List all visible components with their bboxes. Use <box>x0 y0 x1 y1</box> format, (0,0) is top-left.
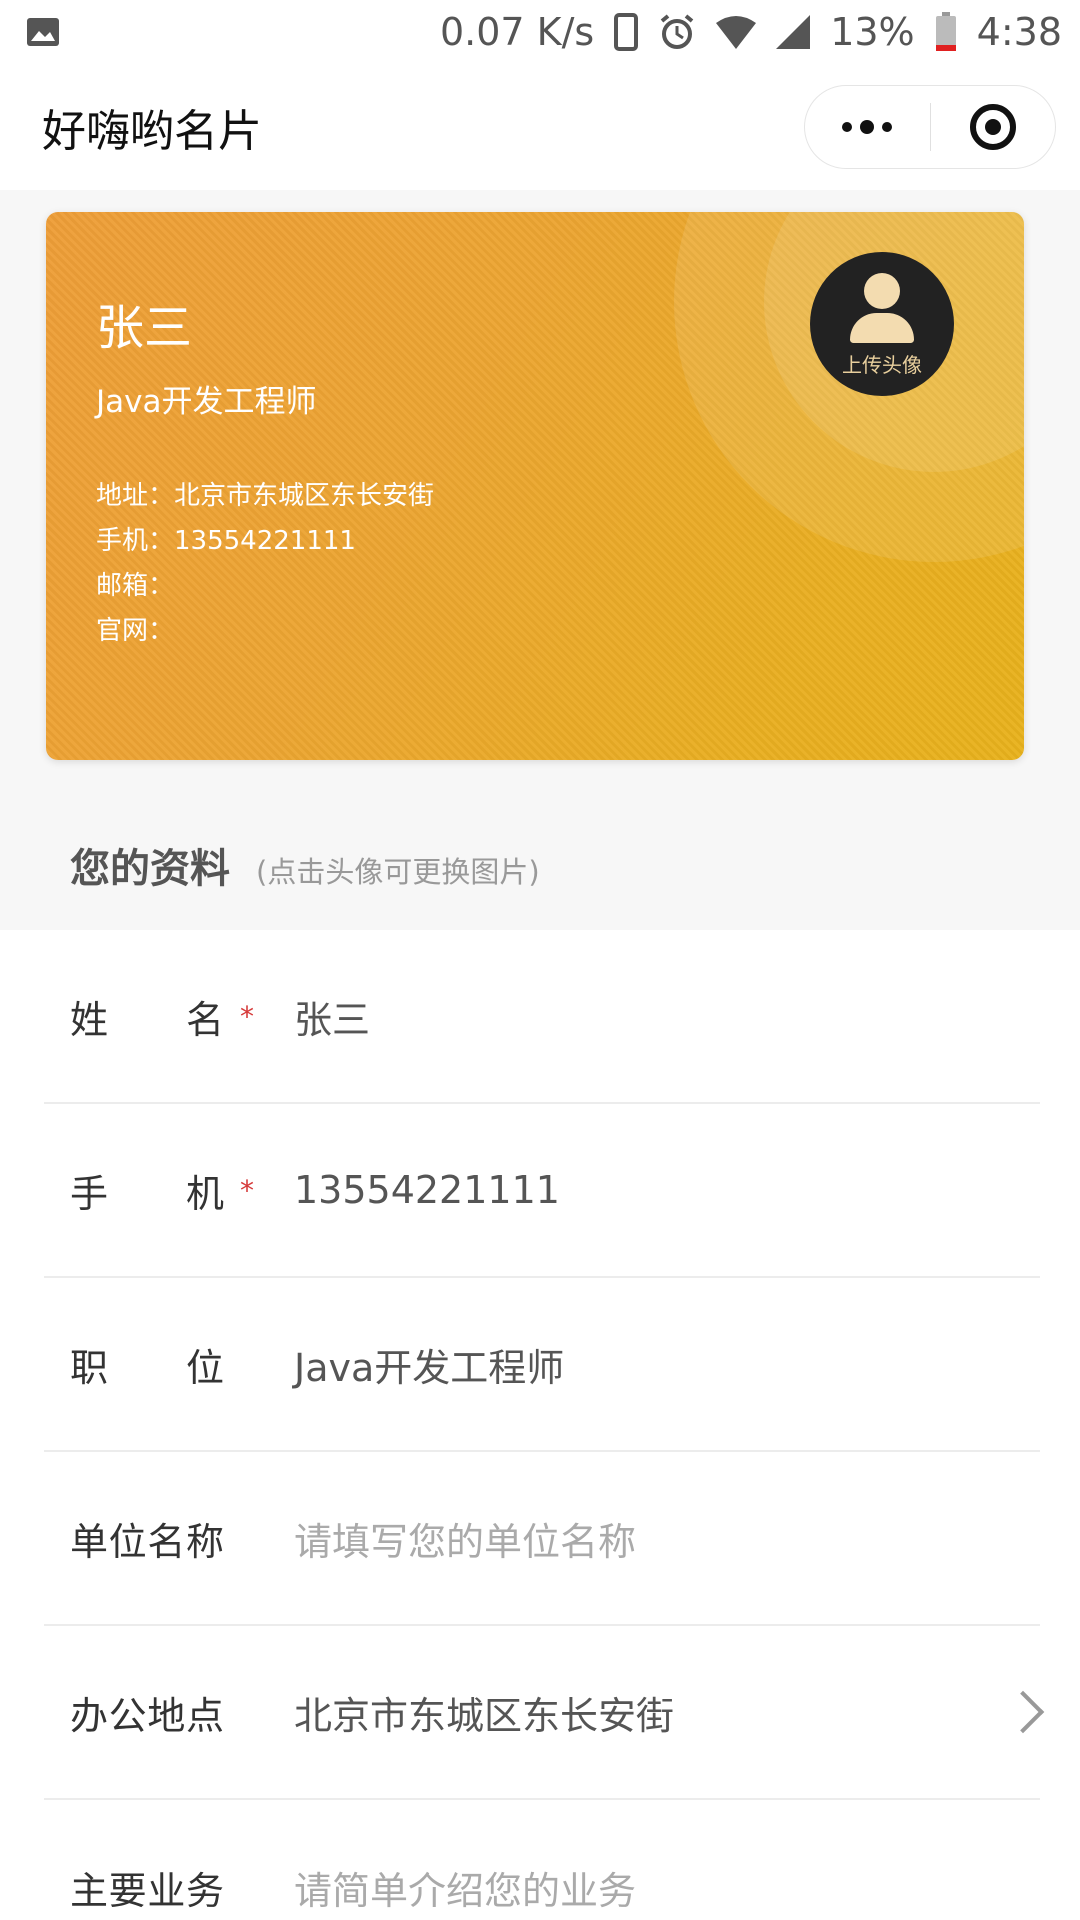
close-mini-program-button[interactable] <box>931 86 1056 168</box>
company-label-wrap: 单位名称 <box>44 1511 294 1566</box>
office-label-wrap: 办公地点 <box>44 1685 294 1740</box>
form-row-name: 姓名 * 张三 <box>44 930 1040 1104</box>
name-input[interactable]: 张三 <box>294 989 1040 1044</box>
status-bar: 0.07 K/s 13% 4:38 <box>0 0 1080 64</box>
more-dots-icon <box>842 120 893 134</box>
section-title: 您的资料 <box>70 846 230 892</box>
position-input[interactable]: Java开发工程师 <box>294 1337 1040 1392</box>
business-label: 主要业务 <box>70 1868 224 1913</box>
business-input[interactable]: 请简单介绍您的业务 <box>294 1860 1040 1915</box>
form-row-office[interactable]: 办公地点 北京市东城区东长安街 <box>44 1626 1045 1800</box>
card-name: 张三 <box>96 300 193 356</box>
office-location-picker[interactable]: 北京市东城区东长安街 <box>294 1685 1040 1740</box>
more-button[interactable] <box>805 86 930 168</box>
person-icon-head <box>864 272 900 309</box>
phone-label: 手机 <box>70 1171 224 1216</box>
target-icon <box>969 104 1016 150</box>
upload-avatar-label: 上传头像 <box>842 352 922 377</box>
card-website: 官网： <box>96 616 175 646</box>
business-card: 张三 Java开发工程师 地址：北京市东城区东长安街 手机：1355422111… <box>46 212 1024 760</box>
mini-program-capsule <box>804 85 1056 169</box>
form-row-business: 主要业务 请简单介绍您的业务 <box>44 1800 1040 1920</box>
business-label-wrap: 主要业务 <box>44 1860 294 1915</box>
gallery-notification-icon <box>27 18 59 46</box>
required-mark: * <box>240 999 254 1033</box>
status-left <box>26 17 60 47</box>
company-input[interactable]: 请填写您的单位名称 <box>294 1511 1040 1566</box>
phone-input[interactable]: 13554221111 <box>294 1168 1040 1212</box>
upload-avatar-button[interactable]: 上传头像 <box>810 252 954 396</box>
form-row-company: 单位名称 请填写您的单位名称 <box>44 1452 1040 1626</box>
card-contact-info: 地址：北京市东城区东长安街 手机：13554221111 邮箱： 官网： <box>96 474 434 654</box>
required-mark: * <box>240 1173 254 1207</box>
card-address: 地址：北京市东城区东长安街 <box>96 481 435 511</box>
page-title: 好嗨哟名片 <box>42 106 262 157</box>
form-row-phone: 手机 * 13554221111 <box>44 1104 1040 1278</box>
clock: 4:38 <box>976 10 1062 54</box>
card-job-title: Java开发工程师 <box>96 384 317 420</box>
form-row-position: 职位 Java开发工程师 <box>44 1278 1040 1452</box>
card-preview-area: 张三 Java开发工程师 地址：北京市东城区东长安街 手机：1355422111… <box>0 190 1080 930</box>
battery-icon <box>935 12 956 51</box>
name-label: 姓名 <box>70 997 224 1042</box>
status-right: 0.07 K/s 13% 4:38 <box>440 10 1062 54</box>
cell-signal-icon <box>776 15 811 49</box>
alarm-icon <box>660 14 694 49</box>
phone-icon <box>614 13 639 51</box>
card-phone: 手机：13554221111 <box>96 526 356 556</box>
nav-bar: 好嗨哟名片 <box>0 64 1080 190</box>
card-email: 邮箱： <box>96 571 175 601</box>
section-hint: (点击头像可更换图片) <box>256 855 540 889</box>
network-speed: 0.07 K/s <box>439 10 595 54</box>
company-label: 单位名称 <box>70 1519 224 1564</box>
office-label: 办公地点 <box>70 1693 224 1738</box>
position-label: 职位 <box>70 1345 224 1390</box>
name-label-wrap: 姓名 * <box>44 989 294 1044</box>
wifi-icon <box>716 16 757 49</box>
profile-form: 姓名 * 张三 手机 * 13554221111 职位 Java开发工程师 单位… <box>0 930 1080 1920</box>
position-label-wrap: 职位 <box>44 1337 294 1392</box>
section-header: 您的资料 (点击头像可更换图片) <box>70 836 540 894</box>
phone-label-wrap: 手机 * <box>44 1163 294 1218</box>
battery-percent: 13% <box>830 10 915 54</box>
person-icon <box>850 312 914 343</box>
